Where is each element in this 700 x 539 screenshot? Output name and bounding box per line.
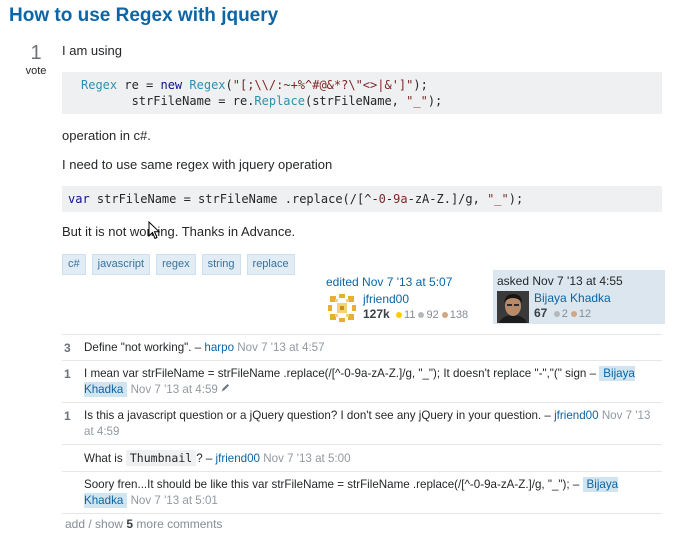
tag-csharp[interactable]: c# (62, 254, 86, 275)
avatar[interactable] (497, 291, 529, 335)
reputation-score: 127k (363, 307, 390, 321)
gold-badge-icon (396, 312, 403, 319)
asked-time: asked Nov 7 '13 at 4:55 (497, 274, 623, 288)
code-token: -zA-Z.]/g, (407, 192, 488, 206)
comment-score: 1 (64, 367, 71, 381)
reputation-score: 67 (534, 306, 548, 320)
owner-signature: asked Nov 7 '13 at 4:55 Bijaya Khadka 67… (493, 270, 665, 335)
vote-label: vote (25, 65, 47, 77)
code-token: "[;\\/:~+%^#@&*?\"<>|&']" (232, 78, 414, 92)
comment-score: 3 (64, 341, 71, 355)
body-paragraph: I need to use same regex with jquery ope… (62, 157, 333, 172)
silver-badge-count: 2 (561, 308, 568, 320)
code-token: 9a (393, 192, 408, 206)
comment-text: ? – (196, 452, 216, 466)
code-token: Replace (254, 94, 305, 108)
badge-counts: 2 12 (551, 308, 591, 320)
comment-text: Define "not working". – (84, 341, 205, 354)
question-title[interactable]: How to use Regex with jquery (9, 5, 278, 27)
code-token: ); (427, 94, 443, 108)
silver-badge-icon (418, 312, 425, 319)
comment-date[interactable]: Nov 7 '13 at 5:01 (131, 494, 218, 507)
comment-text: I mean var strFileName = strFileName .re… (84, 367, 600, 380)
comment-score (62, 477, 84, 509)
comment-body: Define "not working". – harpo Nov 7 '13 … (84, 340, 662, 356)
code-token: 0 (378, 192, 386, 206)
code-token: ); (508, 192, 524, 206)
pencil-icon (220, 382, 231, 398)
edited-time-link[interactable]: edited Nov 7 '13 at 5:07 (326, 275, 484, 290)
code-block-javascript: var strFileName = strFileName .replace(/… (62, 186, 662, 212)
owner-username[interactable]: Bijaya Khadka (534, 291, 611, 306)
inline-code: Thumbnail (125, 450, 197, 467)
comment-text: Soory fren...It should be like this var … (84, 478, 583, 492)
tag-regex[interactable]: regex (156, 254, 196, 275)
bronze-badge-icon (570, 311, 577, 318)
editor-signature: edited Nov 7 '13 at 5:07 jfriend00 127k … (320, 272, 490, 324)
comment-score: 1 (64, 409, 71, 424)
code-block-csharp: Regex re = new Regex("[;\\/:~+%^#@&*?\"<… (62, 72, 662, 114)
comment-user-link[interactable]: jfriend00 (554, 409, 598, 422)
tag-replace[interactable]: replace (246, 254, 295, 275)
code-token: "_" (406, 94, 428, 108)
comment-item: 3 Define "not working". – harpo Nov 7 '1… (62, 335, 662, 361)
comment-text: Is this a javascript question or a jQuer… (84, 409, 555, 423)
code-token: (strFileName, (304, 94, 407, 108)
code-token: strFileName = strFileName .replace(/[^- (89, 192, 379, 206)
code-token: var (68, 192, 90, 206)
comment-user-link[interactable]: harpo (204, 341, 234, 354)
vote-count: 1 (30, 42, 42, 64)
comment-date[interactable]: Nov 7 '13 at 5:00 (263, 452, 350, 465)
tag-string[interactable]: string (201, 254, 241, 275)
silver-badge-icon (553, 311, 560, 318)
body-paragraph: operation in c#. (62, 128, 151, 143)
bronze-badge-count: 138 (449, 309, 469, 321)
comment-item: What is Thumbnail? – jfriend00 Nov 7 '13… (62, 445, 662, 473)
comment-list: 3 Define "not working". – harpo Nov 7 '1… (62, 334, 662, 515)
comment-body: Soory fren...It should be like this var … (84, 477, 662, 509)
bronze-badge-count: 12 (578, 308, 592, 320)
bronze-badge-icon (441, 312, 448, 319)
body-paragraph: I am using (62, 43, 122, 58)
comment-date[interactable]: Nov 7 '13 at 4:59 (131, 383, 218, 396)
code-token: strFileName = re. (131, 94, 255, 108)
editor-username[interactable]: jfriend00 (363, 292, 468, 307)
comment-user-link[interactable]: jfriend00 (216, 452, 260, 465)
code-token: Regex (81, 78, 118, 92)
code-token: Regex (189, 78, 226, 92)
vote-cell: 1 vote (18, 42, 54, 77)
code-token: re = (117, 78, 161, 92)
code-token: "_" (487, 192, 509, 206)
code-token: ); (413, 78, 428, 92)
more-prefix: add / show (65, 517, 127, 531)
tag-javascript[interactable]: javascript (91, 254, 151, 275)
code-token: ( (225, 78, 233, 92)
comment-item: 1 Is this a javascript question or a jQu… (62, 403, 662, 446)
code-token: new (160, 78, 183, 92)
comment-body: Is this a javascript question or a jQuer… (84, 408, 662, 440)
more-suffix: more comments (133, 517, 223, 531)
comment-text: What is (84, 452, 126, 466)
comment-body: What is Thumbnail? – jfriend00 Nov 7 '13… (84, 450, 662, 467)
show-more-comments-link[interactable]: add / show 5 more comments (65, 517, 222, 531)
avatar[interactable] (326, 292, 358, 324)
gold-badge-count: 11 (404, 309, 416, 321)
comment-body: I mean var strFileName = strFileName .re… (84, 366, 662, 398)
comment-date[interactable]: Nov 7 '13 at 4:57 (237, 341, 324, 354)
comment-item: Soory fren...It should be like this var … (62, 472, 662, 515)
mouse-pointer-icon (148, 220, 161, 243)
comment-score (62, 450, 84, 467)
silver-badge-count: 92 (426, 309, 439, 321)
badge-counts: 11 92 138 (393, 309, 468, 321)
comment-item: 1 I mean var strFileName = strFileName .… (62, 361, 662, 404)
